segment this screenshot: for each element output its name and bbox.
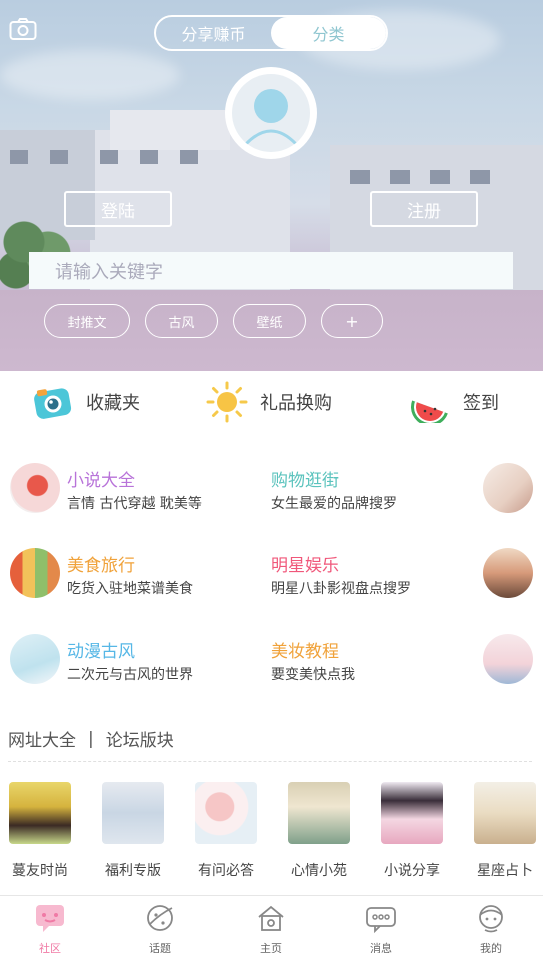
login-button[interactable]: 登陆 (64, 191, 172, 227)
section-header: 网址大全 | 论坛版块 (8, 726, 174, 752)
tag-chip[interactable]: 壁纸 (233, 304, 306, 338)
favorites-button[interactable]: 收藏夹 (32, 381, 140, 423)
category-title: 购物逛街 (271, 471, 339, 491)
category-title: 小说大全 (67, 471, 135, 491)
category-title: 美食旅行 (67, 556, 135, 576)
tab-url-directory[interactable]: 网址大全 (8, 726, 76, 751)
board-thumb (9, 782, 71, 844)
user-avatar-icon (244, 89, 298, 146)
board-label: 蔓友时尚 (12, 863, 68, 879)
board-label: 福利专版 (105, 863, 161, 879)
tab-home[interactable]: 主页 (241, 902, 301, 953)
tab-community[interactable]: 社区 (20, 902, 80, 953)
avatar[interactable] (225, 67, 317, 159)
register-button[interactable]: 注册 (370, 191, 478, 227)
category-thumb (483, 463, 533, 513)
tab-label: 话题 (149, 942, 171, 953)
category-subtitle: 明星八卦影视盘点搜罗 (271, 581, 411, 597)
tab-forum-boards[interactable]: 论坛版块 (106, 726, 174, 751)
sun-icon (206, 381, 248, 423)
category-title: 美妆教程 (271, 642, 339, 662)
board-thumb (102, 782, 164, 844)
category-anime[interactable]: 动漫古风 二次元与古风的世界 (10, 634, 260, 686)
favorites-label: 收藏夹 (86, 393, 140, 414)
category-subtitle: 女生最爱的品牌搜罗 (271, 496, 397, 512)
tab-label: 主页 (260, 942, 282, 953)
tab-share-earn[interactable]: 分享赚币 (156, 17, 271, 49)
camera-icon (34, 388, 72, 419)
board-item[interactable]: 蔓友时尚 (8, 782, 72, 880)
category-subtitle: 言情 古代穿越 耽美等 (67, 496, 202, 512)
bottom-tab-bar: 社区 话题 主页 消息 我的 (0, 895, 543, 953)
community-icon (36, 905, 64, 932)
board-label: 心情小苑 (291, 863, 347, 879)
board-thumb (288, 782, 350, 844)
board-thumb (474, 782, 536, 844)
category-subtitle: 吃货入驻地菜谱美食 (67, 581, 193, 597)
board-thumb (381, 782, 443, 844)
tab-messages[interactable]: 消息 (351, 902, 411, 953)
category-food-travel[interactable]: 美食旅行 吃货入驻地菜谱美食 (10, 548, 260, 600)
category-celebrity[interactable]: 明星娱乐 明星八卦影视盘点搜罗 (271, 548, 533, 600)
board-label: 星座占卜 (477, 863, 533, 879)
board-label: 有问必答 (198, 863, 254, 879)
gift-exchange-label: 礼品换购 (260, 393, 332, 414)
board-item[interactable]: 福利专版 (101, 782, 165, 880)
section-separator: | (88, 728, 94, 749)
quick-actions: 收藏夹 礼品换购 签到 (0, 371, 543, 433)
category-title: 明星娱乐 (271, 556, 339, 576)
board-item[interactable]: 小说分享 (380, 782, 444, 880)
board-item[interactable]: 星座占卜 (473, 782, 537, 880)
search-placeholder: 请输入关键字 (55, 261, 163, 283)
board-item[interactable]: 心情小苑 (287, 782, 351, 880)
divider (8, 761, 532, 762)
category-makeup[interactable]: 美妆教程 要变美快点我 (271, 634, 533, 686)
tab-label: 社区 (39, 942, 61, 953)
checkin-button[interactable]: 签到 (409, 381, 499, 423)
category-thumb (10, 634, 60, 684)
category-subtitle: 二次元与古风的世界 (67, 667, 193, 683)
tab-label: 消息 (370, 942, 392, 953)
category-subtitle: 要变美快点我 (271, 667, 355, 683)
hero-banner: 分享赚币 分类 登陆 注册 请输入关键字 封推文 古风 壁纸 + (0, 0, 543, 371)
category-shopping[interactable]: 购物逛街 女生最爱的品牌搜罗 (271, 463, 533, 515)
message-icon (366, 907, 396, 934)
tab-label: 我的 (480, 942, 502, 953)
tab-category[interactable]: 分类 (271, 17, 386, 49)
home-icon (258, 905, 284, 931)
category-title: 动漫古风 (67, 642, 135, 662)
profile-icon (479, 905, 503, 933)
watermelon-icon (411, 400, 448, 423)
tab-topic[interactable]: 话题 (130, 902, 190, 953)
tag-chip[interactable]: 古风 (145, 304, 218, 338)
add-tag-button[interactable]: + (321, 304, 383, 338)
category-thumb (10, 463, 60, 513)
category-novels[interactable]: 小说大全 言情 古代穿越 耽美等 (10, 463, 260, 515)
category-thumb (483, 634, 533, 684)
gift-exchange-button[interactable]: 礼品换购 (206, 381, 332, 423)
tab-profile[interactable]: 我的 (461, 902, 521, 953)
topic-icon (147, 905, 173, 931)
tag-chip[interactable]: 封推文 (44, 304, 130, 338)
board-label: 小说分享 (384, 863, 440, 879)
search-input[interactable]: 请输入关键字 (29, 252, 513, 289)
board-thumb (195, 782, 257, 844)
camera-icon[interactable] (9, 17, 37, 41)
header-segment-control: 分享赚币 分类 (154, 15, 388, 51)
category-thumb (10, 548, 60, 598)
category-thumb (483, 548, 533, 598)
board-item[interactable]: 有问必答 (194, 782, 258, 880)
checkin-label: 签到 (463, 393, 499, 414)
